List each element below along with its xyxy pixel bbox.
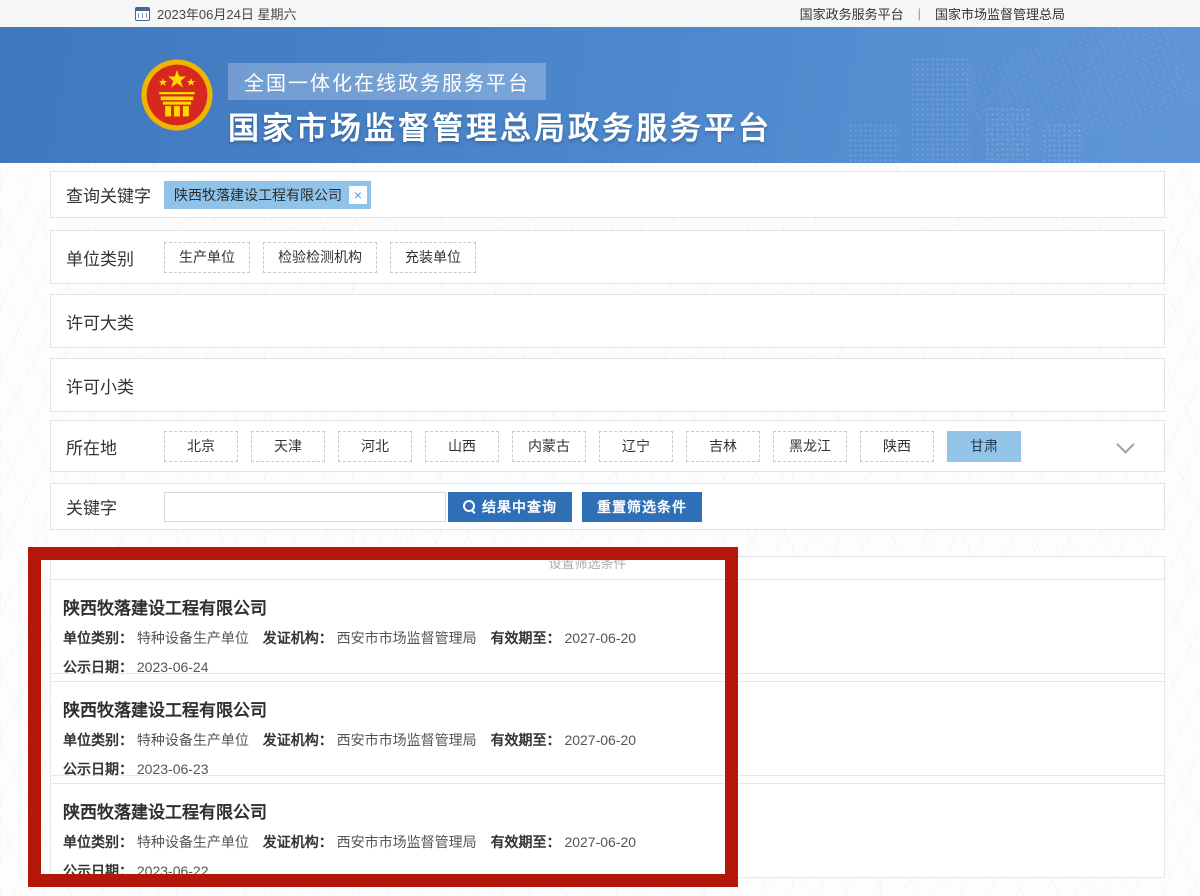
unit-type-options: 生产单位 检验检测机构 充装单位 xyxy=(164,242,476,273)
location-option[interactable]: 山西 xyxy=(425,431,499,462)
result-card[interactable]: 陕西牧落建设工程有限公司 单位类别： 特种设备生产单位 发证机构： 西安市市场监… xyxy=(50,681,1165,776)
search-in-results-button[interactable]: 结果中查询 xyxy=(448,492,572,522)
valid-until-field-value: 2027-06-20 xyxy=(564,834,636,850)
reset-filters-button[interactable]: 重置筛选条件 xyxy=(582,492,702,522)
query-keyword-tag-text: 陕西牧落建设工程有限公司 xyxy=(174,185,342,205)
unit-type-option[interactable]: 充装单位 xyxy=(390,242,476,273)
unit-type-field-label: 单位类别： xyxy=(63,834,133,850)
filter-row-unit-type: 单位类别 生产单位 检验检测机构 充装单位 xyxy=(50,230,1165,284)
keyword-label: 关键字 xyxy=(66,494,164,519)
location-option[interactable]: 黑龙江 xyxy=(773,431,847,462)
chevron-down-icon[interactable] xyxy=(1116,435,1134,453)
filter-row-query-keyword: 查询关键字 陕西牧落建设工程有限公司 × xyxy=(50,171,1165,218)
search-icon xyxy=(463,500,476,513)
issuer-field-label: 发证机构： xyxy=(263,834,333,850)
topbar-link-divider: | xyxy=(918,6,921,21)
result-company-name[interactable]: 陕西牧落建设工程有限公司 xyxy=(63,798,1164,823)
issuer-field-value: 西安市市场监督管理局 xyxy=(337,732,477,748)
query-keyword-tag[interactable]: 陕西牧落建设工程有限公司 × xyxy=(164,181,371,209)
occluded-filter-text: 设置筛选条件 xyxy=(51,553,1124,572)
top-bar: 2023年06月24日 星期六 国家政务服务平台 | 国家市场监督管理总局 xyxy=(0,0,1200,27)
publish-date-field-label: 公示日期： xyxy=(63,659,133,675)
result-publish-line: 公示日期： 2023-06-22 xyxy=(63,861,1164,881)
result-company-name[interactable]: 陕西牧落建设工程有限公司 xyxy=(63,594,1164,619)
valid-until-field-value: 2027-06-20 xyxy=(564,732,636,748)
location-option[interactable]: 内蒙古 xyxy=(512,431,586,462)
unit-type-option[interactable]: 检验检测机构 xyxy=(263,242,377,273)
publish-date-field-value: 2023-06-23 xyxy=(137,761,209,777)
unit-type-field-label: 单位类别： xyxy=(63,630,133,646)
valid-until-field-label: 有效期至： xyxy=(491,834,561,850)
keyword-input[interactable] xyxy=(164,492,446,522)
current-date: 2023年06月24日 星期六 xyxy=(157,4,296,23)
result-company-name[interactable]: 陕西牧落建设工程有限公司 xyxy=(63,696,1164,721)
result-detail-line: 单位类别： 特种设备生产单位 发证机构： 西安市市场监督管理局 有效期至： 20… xyxy=(63,730,1164,750)
page-header: 全国一体化在线政务服务平台 国家市场监督管理总局政务服务平台 xyxy=(0,27,1200,163)
unit-type-field-value: 特种设备生产单位 xyxy=(137,834,249,850)
publish-date-field-label: 公示日期： xyxy=(63,761,133,777)
filter-row-license-minor: 许可小类 xyxy=(50,358,1165,412)
query-keyword-label: 查询关键字 xyxy=(66,182,164,207)
issuer-field-label: 发证机构： xyxy=(263,732,333,748)
link-samr-home[interactable]: 国家市场监督管理总局 xyxy=(935,4,1065,23)
publish-date-field-value: 2023-06-24 xyxy=(137,659,209,675)
license-minor-label: 许可小类 xyxy=(66,373,164,398)
publish-date-field-value: 2023-06-22 xyxy=(137,863,209,879)
publish-date-field-label: 公示日期： xyxy=(63,863,133,879)
issuer-field-value: 西安市市场监督管理局 xyxy=(337,630,477,646)
location-option[interactable]: 甘肃 xyxy=(947,431,1021,462)
close-icon[interactable]: × xyxy=(349,186,367,204)
topbar-links: 国家政务服务平台 | 国家市场监督管理总局 xyxy=(800,4,1065,23)
location-option[interactable]: 吉林 xyxy=(686,431,760,462)
location-option[interactable]: 陕西 xyxy=(860,431,934,462)
unit-type-option[interactable]: 生产单位 xyxy=(164,242,250,273)
unit-type-field-value: 特种设备生产单位 xyxy=(137,732,249,748)
filter-row-license-major: 许可大类 xyxy=(50,294,1165,348)
national-emblem-icon xyxy=(140,57,214,133)
unit-type-field-label: 单位类别： xyxy=(63,732,133,748)
link-national-gov-platform[interactable]: 国家政务服务平台 xyxy=(800,4,904,23)
unit-type-field-value: 特种设备生产单位 xyxy=(137,630,249,646)
license-major-label: 许可大类 xyxy=(66,309,164,334)
unit-type-label: 单位类别 xyxy=(66,245,164,270)
filter-row-location: 所在地 北京 天津 河北 山西 内蒙古 辽宁 吉林 黑龙江 陕西 甘肃 xyxy=(50,420,1165,472)
issuer-field-label: 发证机构： xyxy=(263,630,333,646)
buildings-decoration xyxy=(780,45,1140,163)
location-option[interactable]: 北京 xyxy=(164,431,238,462)
calendar-icon xyxy=(135,7,150,21)
location-option[interactable]: 河北 xyxy=(338,431,412,462)
location-option[interactable]: 天津 xyxy=(251,431,325,462)
issuer-field-value: 西安市市场监督管理局 xyxy=(337,834,477,850)
valid-until-field-label: 有效期至： xyxy=(491,630,561,646)
results-panel: 设置筛选条件 陕西牧落建设工程有限公司 单位类别： 特种设备生产单位 发证机构：… xyxy=(50,556,1165,878)
location-option[interactable]: 辽宁 xyxy=(599,431,673,462)
result-card[interactable]: 陕西牧落建设工程有限公司 单位类别： 特种设备生产单位 发证机构： 西安市市场监… xyxy=(50,783,1165,878)
result-detail-line: 单位类别： 特种设备生产单位 发证机构： 西安市市场监督管理局 有效期至： 20… xyxy=(63,628,1164,648)
result-card[interactable]: 陕西牧落建设工程有限公司 单位类别： 特种设备生产单位 发证机构： 西安市市场监… xyxy=(50,579,1165,674)
search-in-results-label: 结果中查询 xyxy=(482,497,557,517)
location-label: 所在地 xyxy=(66,434,164,459)
filter-row-keyword: 关键字 结果中查询 重置筛选条件 xyxy=(50,483,1165,530)
result-detail-line: 单位类别： 特种设备生产单位 发证机构： 西安市市场监督管理局 有效期至： 20… xyxy=(63,832,1164,852)
page-title: 国家市场监督管理总局政务服务平台 xyxy=(228,103,772,148)
location-options: 北京 天津 河北 山西 内蒙古 辽宁 吉林 黑龙江 陕西 甘肃 xyxy=(164,431,1021,462)
result-publish-line: 公示日期： 2023-06-24 xyxy=(63,657,1164,677)
valid-until-field-label: 有效期至： xyxy=(491,732,561,748)
reset-filters-label: 重置筛选条件 xyxy=(597,497,687,517)
platform-subtitle: 全国一体化在线政务服务平台 xyxy=(228,63,546,100)
date-display: 2023年06月24日 星期六 xyxy=(135,4,296,23)
valid-until-field-value: 2027-06-20 xyxy=(564,630,636,646)
result-publish-line: 公示日期： 2023-06-23 xyxy=(63,759,1164,779)
